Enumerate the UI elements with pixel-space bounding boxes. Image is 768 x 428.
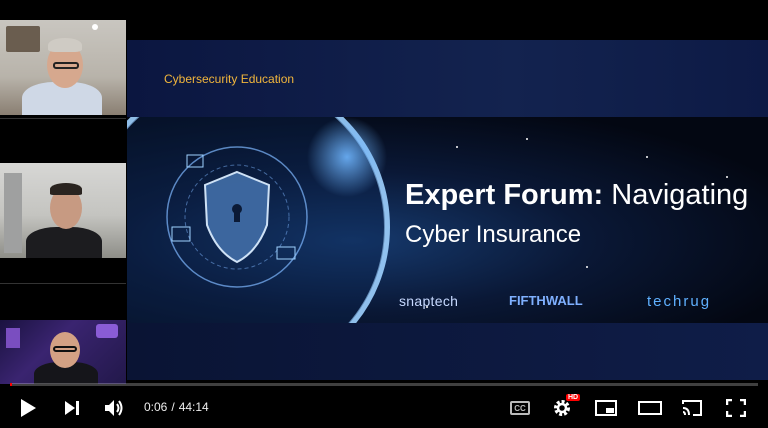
gear-icon	[554, 400, 570, 416]
fullscreen-button[interactable]	[722, 396, 750, 420]
miniplayer-icon	[595, 400, 617, 416]
presentation-slide: Cybersecurity Education Expert Forum: Na…	[127, 40, 768, 380]
logo-fifthwall: FIFTHWALL	[509, 293, 583, 308]
cast-button[interactable]	[678, 396, 706, 420]
logo-techrug: techrug	[647, 293, 712, 310]
next-button[interactable]	[58, 396, 86, 420]
progress-bar-fill	[10, 383, 12, 386]
slide-title-line2: Cyber Insurance	[405, 221, 582, 248]
miniplayer-button[interactable]	[592, 396, 620, 420]
volume-button[interactable]	[100, 396, 128, 420]
time-display: 0:06/44:14	[142, 400, 211, 414]
slide-subtitle: Cybersecurity Education	[164, 72, 295, 86]
volume-icon	[105, 400, 123, 416]
logo-snaptech: snaptech	[399, 293, 459, 309]
skip-next-icon	[65, 401, 79, 415]
participant-video-3	[0, 320, 126, 384]
hd-badge: HD	[566, 394, 581, 401]
video-player[interactable]: Cybersecurity Education Expert Forum: Na…	[0, 0, 768, 428]
participant-video-1	[0, 20, 126, 115]
theater-mode-icon	[638, 401, 662, 415]
slide-hero-image: Expert Forum: Navigating Cyber Insurance…	[127, 117, 768, 323]
play-button[interactable]	[14, 396, 42, 420]
slide-header-band: Cybersecurity Education	[127, 40, 768, 117]
captions-button[interactable]: CC	[506, 396, 534, 420]
theater-mode-button[interactable]	[636, 396, 664, 420]
duration: 44:14	[178, 400, 209, 414]
slide-title-bold: Expert Forum:	[405, 179, 604, 211]
settings-button[interactable]: HD	[548, 394, 581, 420]
tile-divider	[0, 283, 126, 284]
cc-icon: CC	[510, 401, 530, 415]
time-separator: /	[171, 400, 175, 414]
participant-video-2	[0, 163, 126, 258]
player-controls: 0:06/44:14 CC HD	[0, 388, 768, 428]
play-icon	[21, 399, 36, 417]
fullscreen-icon	[726, 399, 746, 417]
progress-bar[interactable]	[10, 383, 758, 386]
slide-title: Expert Forum: Navigating	[405, 179, 748, 212]
cast-icon	[682, 400, 702, 416]
tile-divider	[0, 118, 126, 119]
current-time: 0:06	[144, 400, 168, 414]
slide-footer-band	[127, 323, 768, 380]
slide-title-rest: Navigating	[611, 179, 749, 211]
